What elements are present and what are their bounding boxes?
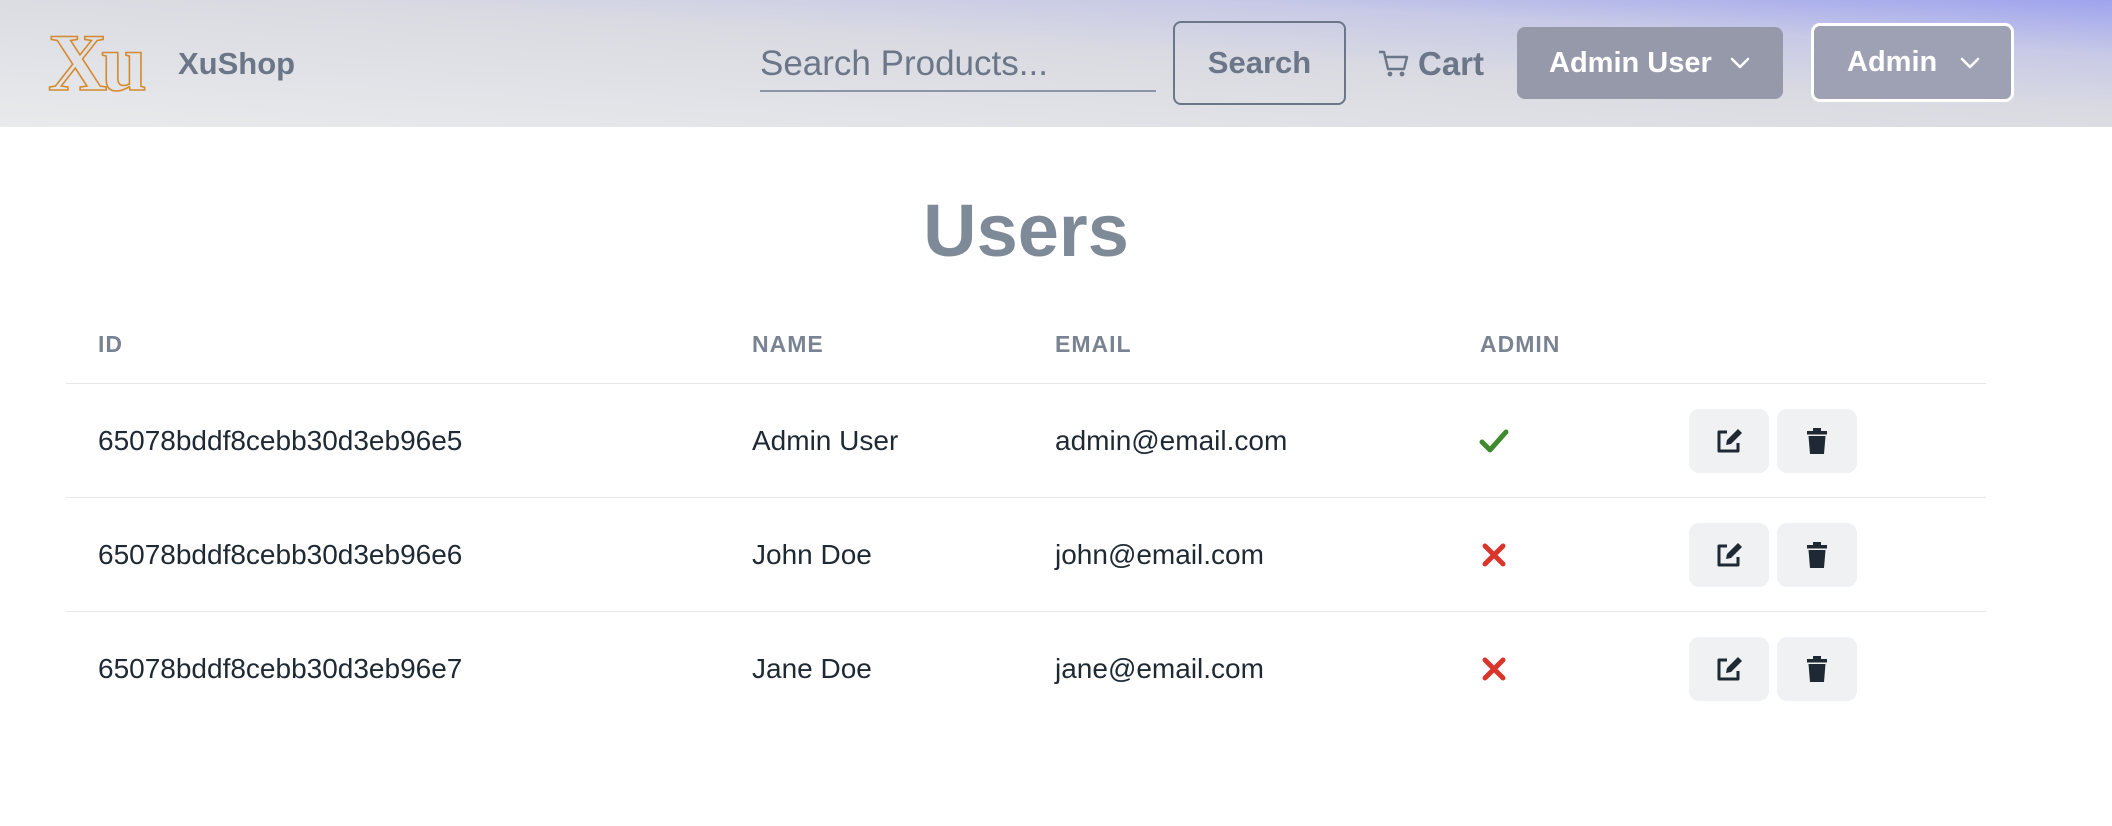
trash-icon <box>1807 428 1827 454</box>
edit-user-button[interactable] <box>1689 409 1769 473</box>
delete-user-button[interactable] <box>1777 637 1857 701</box>
check-icon <box>1479 429 1509 453</box>
user-id-cell: 65078bddf8cebb30d3eb96e6 <box>98 539 463 570</box>
chevron-down-icon <box>1960 57 1980 68</box>
table-divider <box>66 611 1986 612</box>
column-header-email: EMAIL <box>1055 331 1132 357</box>
x-icon <box>1482 543 1506 567</box>
column-header-name: NAME <box>752 331 824 357</box>
edit-icon <box>1717 543 1742 567</box>
xu-logo-icon[interactable]: Xu <box>46 22 146 98</box>
admin-menu-label: Admin <box>1847 46 1938 78</box>
x-icon <box>1482 657 1506 681</box>
cart-label: Cart <box>1418 45 1485 82</box>
column-header-admin: ADMIN <box>1480 331 1561 357</box>
user-name-cell: John Doe <box>752 539 872 570</box>
column-header-id: ID <box>98 331 123 357</box>
user-email-cell[interactable]: john@email.com <box>1055 537 1264 573</box>
delete-user-button[interactable] <box>1777 409 1857 473</box>
user-email-cell[interactable]: admin@email.com <box>1055 423 1287 459</box>
user-menu-label: Admin User <box>1549 46 1712 79</box>
trash-icon <box>1807 656 1827 682</box>
user-name-cell: Admin User <box>752 425 899 456</box>
trash-icon <box>1807 542 1827 568</box>
admin-menu-dropdown[interactable]: Admin <box>1811 23 2014 102</box>
user-email-cell[interactable]: jane@email.com <box>1055 651 1264 687</box>
edit-icon <box>1717 429 1742 453</box>
navbar: Xu XuShop Search Cart Admin User Admin <box>0 0 2112 127</box>
user-id-cell: 65078bddf8cebb30d3eb96e7 <box>98 653 463 684</box>
search-input[interactable] <box>760 38 1156 92</box>
brand-name[interactable]: XuShop <box>178 44 295 84</box>
user-name-cell: Jane Doe <box>752 653 872 684</box>
table-divider <box>66 497 1986 498</box>
chevron-down-icon <box>1730 57 1750 69</box>
table-divider <box>66 383 1986 384</box>
user-id-cell: 65078bddf8cebb30d3eb96e5 <box>98 425 463 456</box>
page-title: Users <box>923 189 1129 272</box>
cart-link[interactable]: Cart <box>1378 42 1484 86</box>
edit-icon <box>1717 657 1742 681</box>
svg-text:Xu: Xu <box>48 22 145 98</box>
edit-user-button[interactable] <box>1689 637 1769 701</box>
delete-user-button[interactable] <box>1777 523 1857 587</box>
user-menu-dropdown[interactable]: Admin User <box>1517 27 1783 99</box>
edit-user-button[interactable] <box>1689 523 1769 587</box>
search-button[interactable]: Search <box>1173 21 1346 105</box>
cart-icon <box>1379 50 1409 77</box>
